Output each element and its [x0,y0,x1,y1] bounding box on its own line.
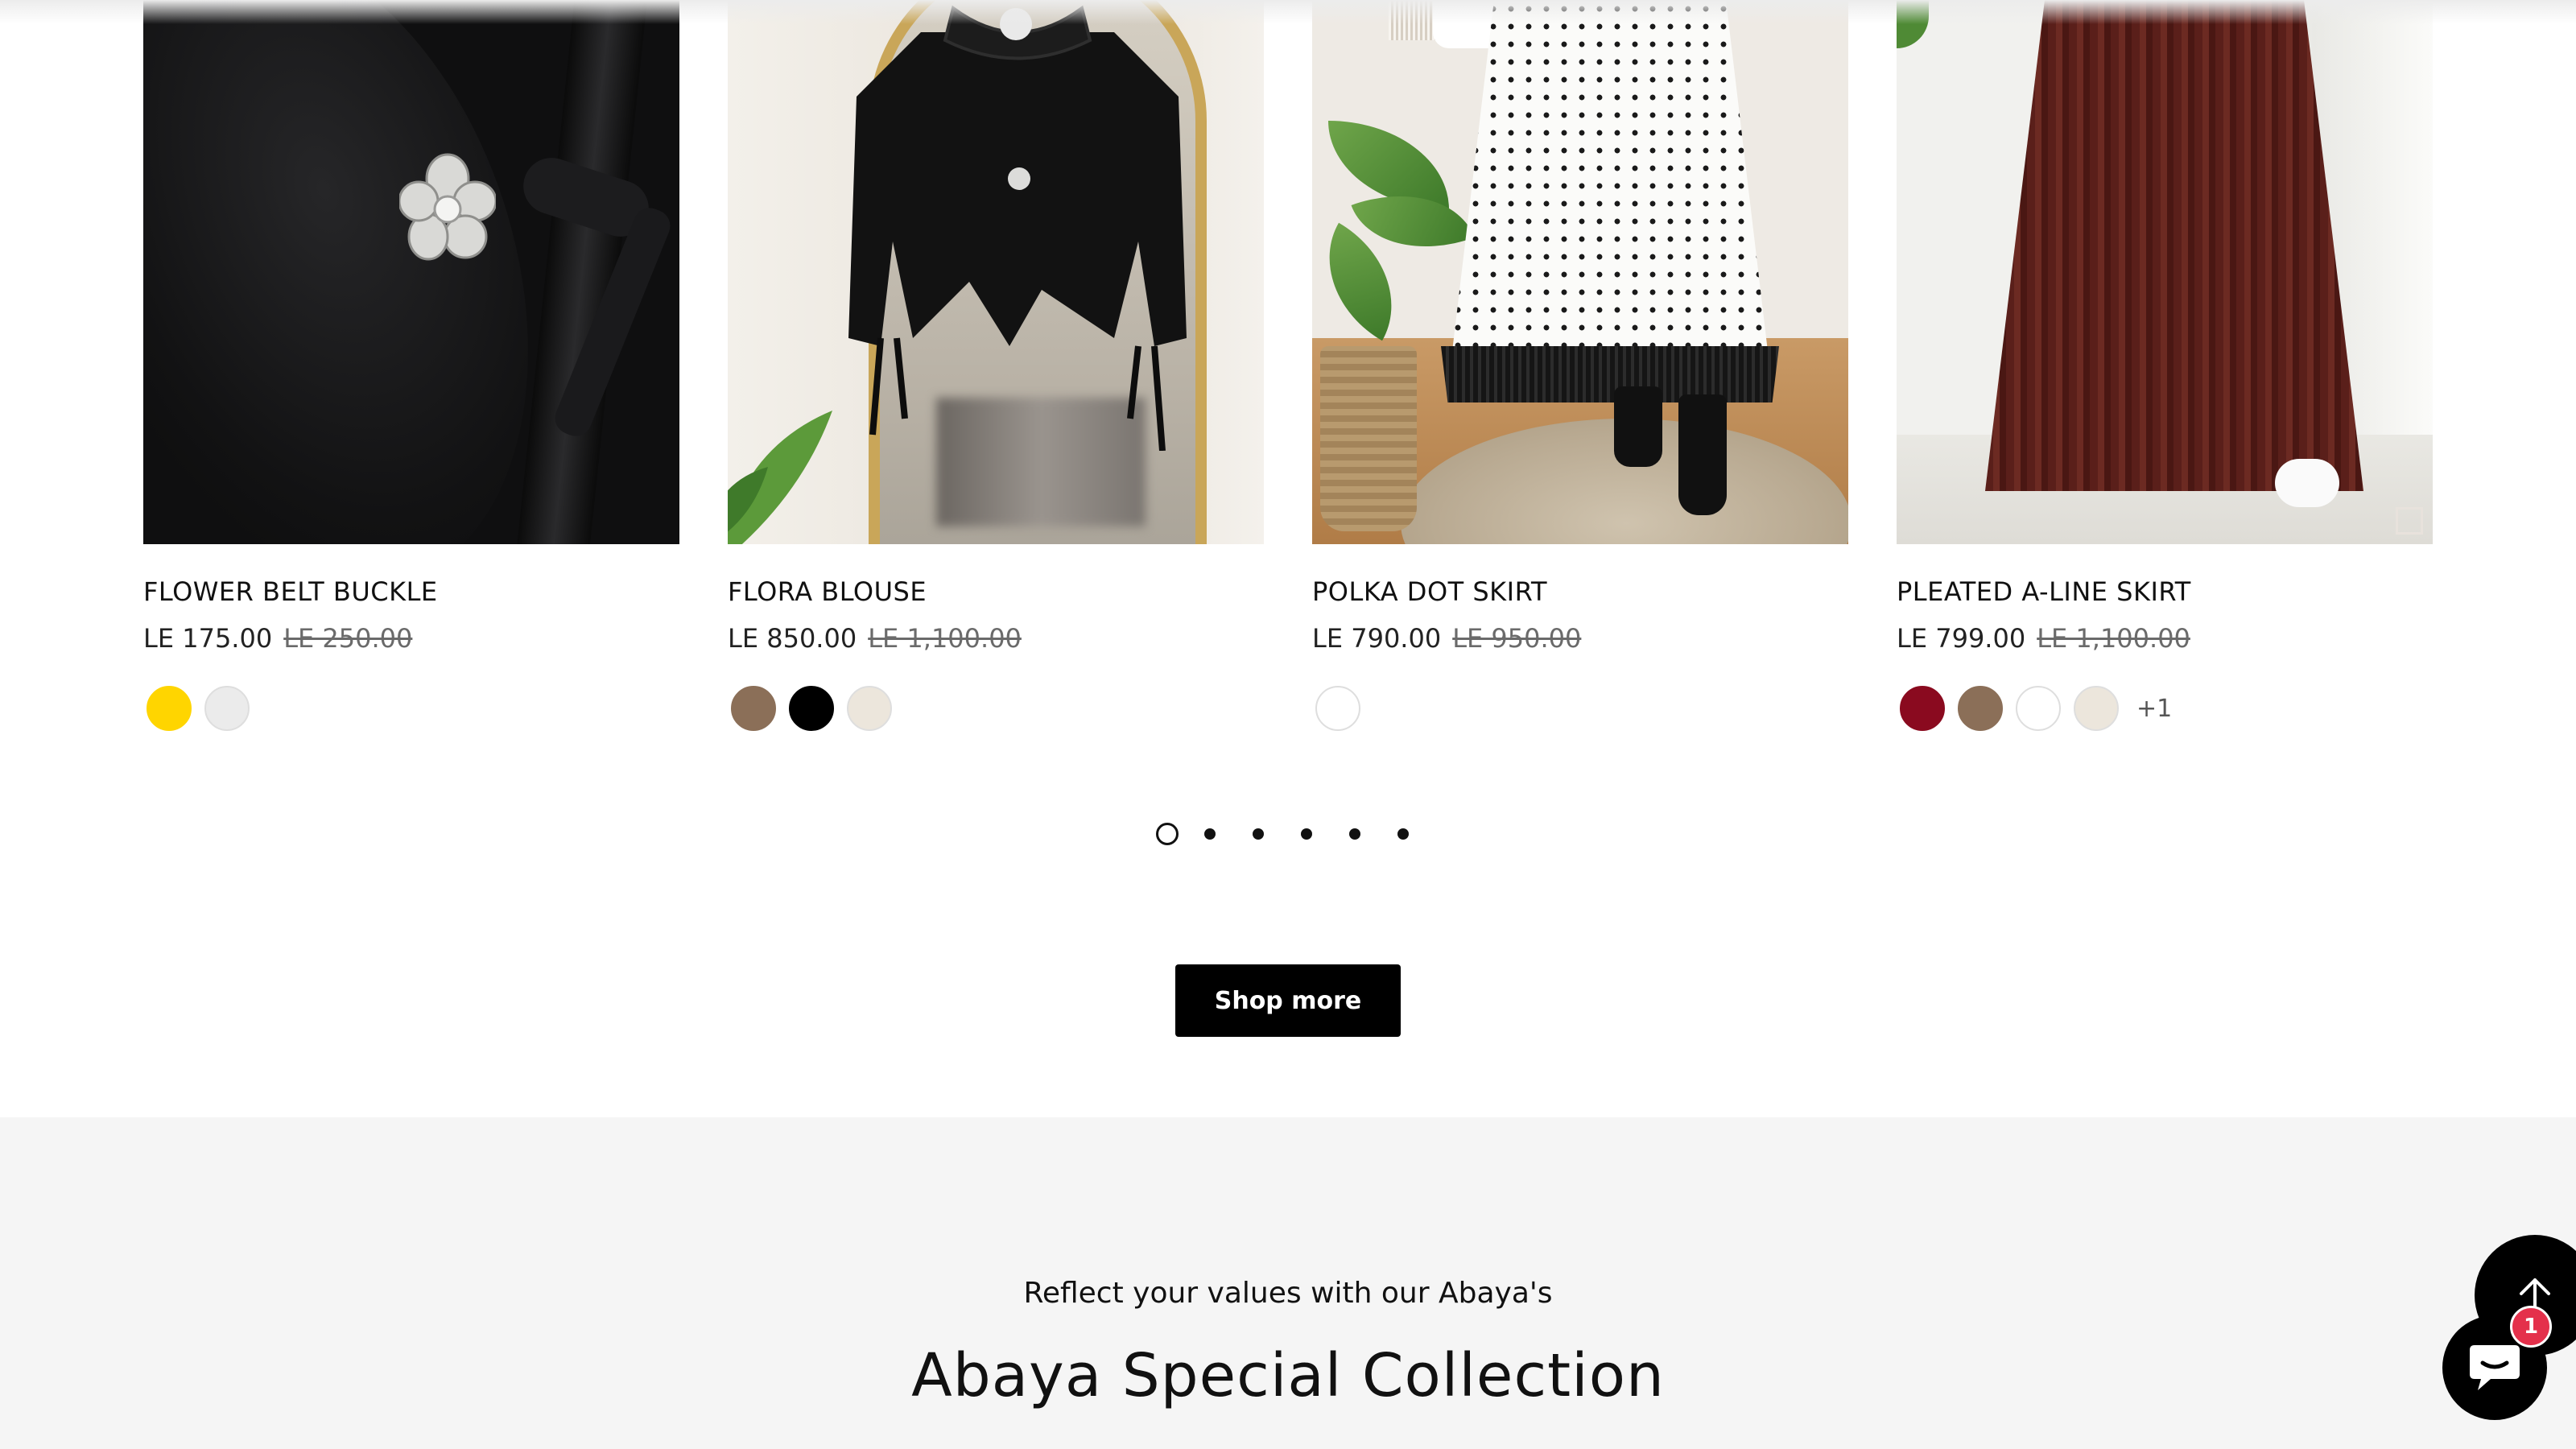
compare-price: LE 1,100.00 [2037,623,2190,654]
more-colors-count[interactable]: +1 [2136,695,2172,723]
chat-bubble-icon [2470,1345,2520,1390]
product-image[interactable] [143,0,679,544]
sale-price: LE 790.00 [1312,623,1442,654]
color-swatches [731,686,905,731]
pagination-dot[interactable] [1349,828,1360,840]
color-swatch[interactable] [2074,686,2119,731]
compare-price: LE 950.00 [1452,623,1582,654]
product-image[interactable] [1312,0,1848,544]
price-row: LE 790.00 LE 950.00 [1312,623,1581,654]
color-swatch[interactable] [731,686,776,731]
page: FLOWER BELT BUCKLE LE 175.00 LE 250.00 F… [0,0,2576,1449]
shop-more-button[interactable]: Shop more [1175,964,1401,1037]
chat-notification-badge: 1 [2510,1306,2552,1348]
product-card[interactable]: PLEATED A-LINE SKIRT LE 799.00 LE 1,100.0… [1897,0,2433,731]
collection-title: Abaya Special Collection [911,1341,1665,1410]
carousel-pagination [1156,823,1446,845]
color-swatch[interactable] [147,686,192,731]
color-swatch[interactable] [1315,686,1360,731]
product-image[interactable] [728,0,1264,544]
collection-subtitle: Reflect your values with our Abaya's [1023,1277,1553,1310]
collection-section: Reflect your values with our Abaya's Aba… [0,1117,2576,1449]
price-row: LE 799.00 LE 1,100.00 [1897,623,2190,654]
sale-price: LE 175.00 [143,623,273,654]
sale-price: LE 850.00 [728,623,857,654]
color-swatch[interactable] [789,686,834,731]
pagination-dot[interactable] [1301,828,1312,840]
plant-graphic [728,411,832,544]
color-swatches [1315,686,1373,731]
sale-price: LE 799.00 [1897,623,2026,654]
color-swatch[interactable] [1958,686,2003,731]
pagination-dot[interactable] [1397,828,1409,840]
color-swatch[interactable] [847,686,892,731]
color-swatch[interactable] [204,686,250,731]
color-swatches [147,686,262,731]
product-name[interactable]: POLKA DOT SKIRT [1312,576,1547,607]
color-swatch[interactable] [1900,686,1945,731]
product-name[interactable]: FLOWER BELT BUCKLE [143,576,438,607]
compare-price: LE 1,100.00 [868,623,1022,654]
product-card[interactable]: FLORA BLOUSE LE 850.00 LE 1,100.00 [728,0,1264,731]
price-row: LE 175.00 LE 250.00 [143,623,412,654]
compare-price: LE 250.00 [283,623,413,654]
pagination-dot[interactable] [1204,828,1216,840]
price-row: LE 850.00 LE 1,100.00 [728,623,1022,654]
header-shadow [0,0,2576,24]
blouse-graphic [848,5,1187,451]
product-name[interactable]: FLORA BLOUSE [728,576,927,607]
pagination-dot[interactable] [1156,823,1179,845]
pagination-dot[interactable] [1253,828,1264,840]
product-card[interactable]: FLOWER BELT BUCKLE LE 175.00 LE 250.00 [143,0,679,731]
product-grid: FLOWER BELT BUCKLE LE 175.00 LE 250.00 F… [0,0,2576,749]
product-name[interactable]: PLEATED A-LINE SKIRT [1897,576,2191,607]
color-swatches: +1 [1900,686,2172,731]
product-card[interactable]: POLKA DOT SKIRT LE 790.00 LE 950.00 [1312,0,1848,731]
color-swatch[interactable] [2016,686,2061,731]
flower-brooch-graphic [399,153,496,261]
product-image[interactable] [1897,0,2433,544]
